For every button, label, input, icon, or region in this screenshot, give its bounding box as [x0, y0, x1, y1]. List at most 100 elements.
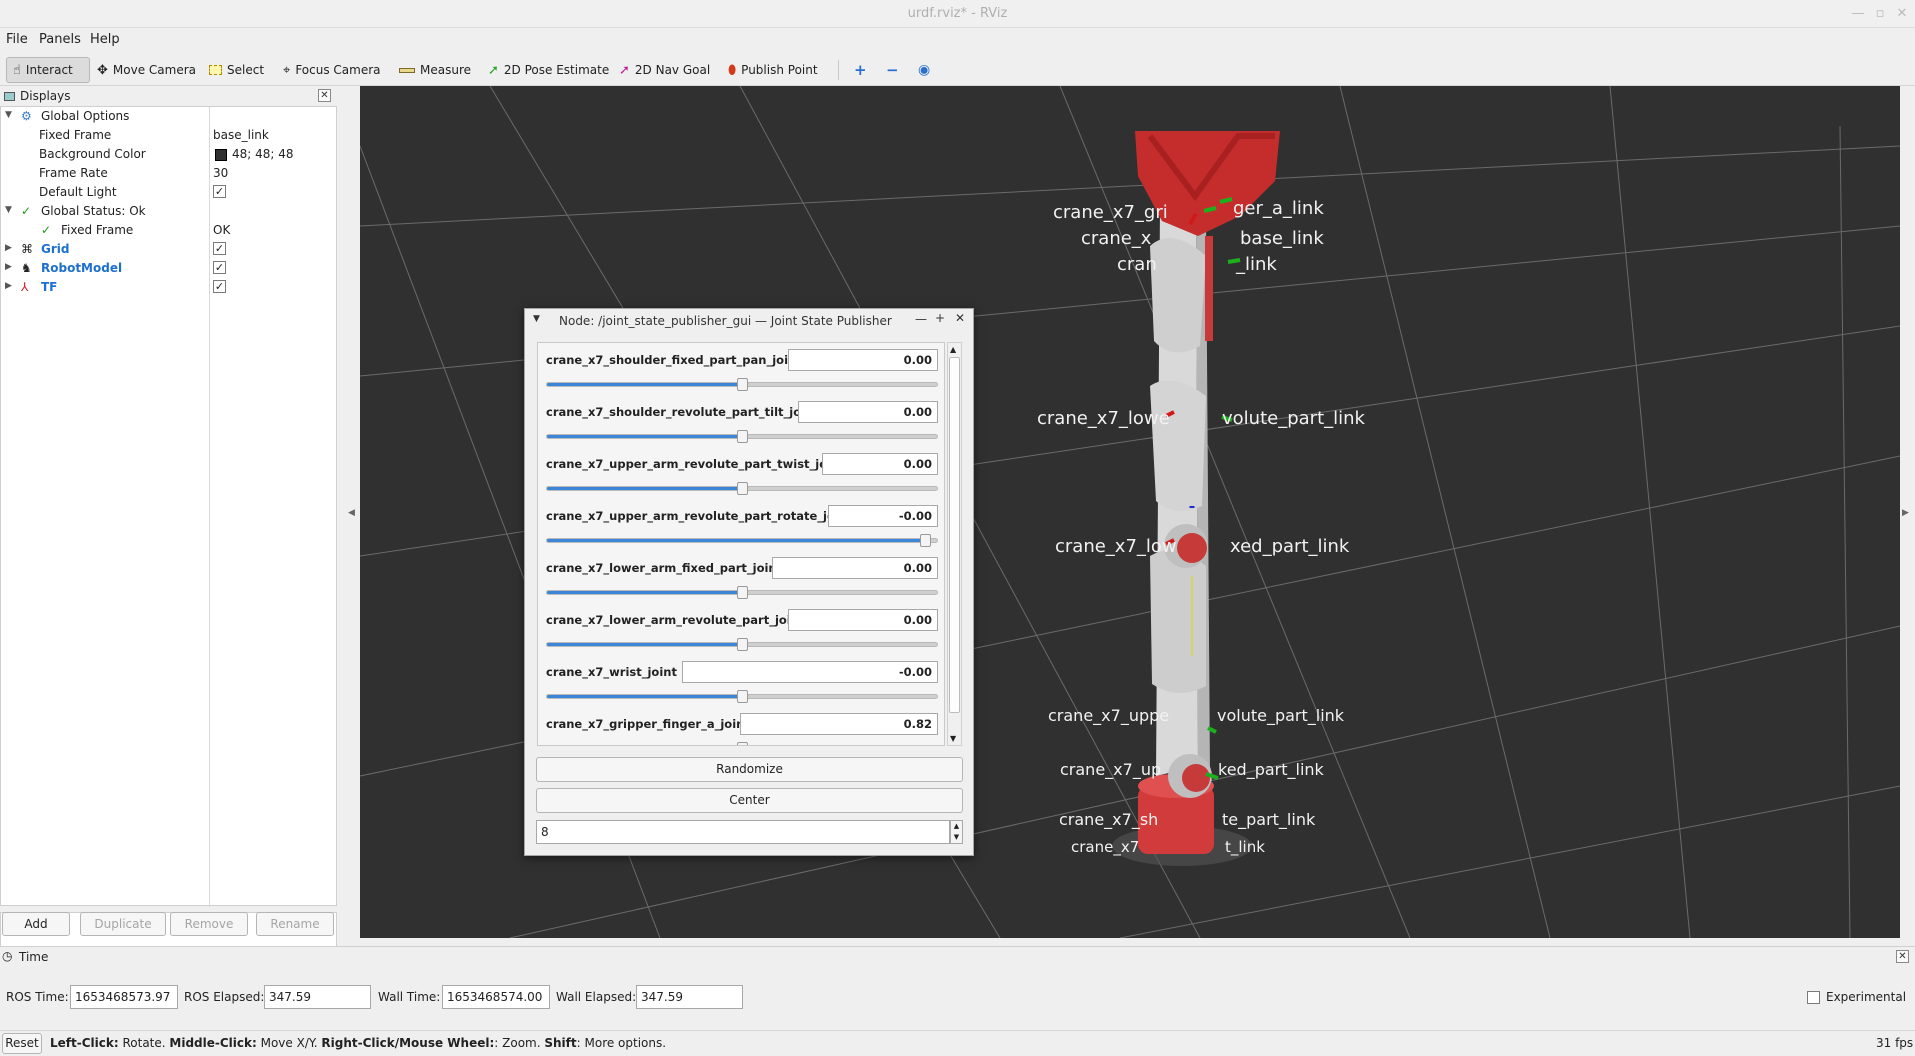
- tf-label: TF: [41, 280, 58, 294]
- tool-2d-nav-goal[interactable]: ➚ 2D Nav Goal: [613, 57, 716, 83]
- grid-checkbox[interactable]: ✓: [213, 242, 226, 255]
- joint-name-label: crane_x7_upper_arm_revolute_part_twist_j…: [546, 457, 845, 471]
- tool-publish-point[interactable]: ⬮ Publish Point: [722, 57, 824, 83]
- fixed-frame-value[interactable]: base_link: [213, 128, 269, 142]
- slider-handle[interactable]: [737, 378, 748, 391]
- joint-value-field[interactable]: 0.00: [798, 401, 938, 423]
- tree-row-tf[interactable]: ▶ ⅄ TF ✓: [1, 278, 336, 297]
- tool-select[interactable]: Select: [203, 57, 270, 83]
- center-button[interactable]: Center: [536, 788, 963, 813]
- splitter-handle-left[interactable]: ◀: [348, 508, 356, 518]
- expand-arrow-icon[interactable]: ▼: [5, 205, 12, 215]
- joint-list-scrollbar[interactable]: ▲ ▼: [947, 342, 962, 746]
- collapse-arrow-icon[interactable]: ▶: [5, 281, 12, 291]
- maximize-icon[interactable]: ▫: [1870, 4, 1890, 24]
- tool-move-camera[interactable]: ✥ Move Camera: [91, 57, 202, 83]
- add-button[interactable]: Add: [2, 912, 70, 936]
- wall-elapsed-label: Wall Elapsed:: [556, 990, 637, 1004]
- tool-2d-pose-estimate[interactable]: ➚ 2D Pose Estimate: [482, 57, 615, 83]
- robotmodel-checkbox[interactable]: ✓: [213, 261, 226, 274]
- joint-value-field[interactable]: -0.00: [682, 661, 938, 683]
- joint-value-field[interactable]: 0.82: [740, 713, 938, 735]
- reset-button[interactable]: Reset: [2, 1033, 42, 1054]
- menu-help[interactable]: Help: [90, 32, 120, 47]
- minimize-icon[interactable]: —: [915, 312, 927, 326]
- menu-arrow-icon[interactable]: ▼: [533, 314, 540, 324]
- menu-file[interactable]: File: [6, 32, 28, 47]
- joint-value-field[interactable]: -0.00: [828, 505, 938, 527]
- plus-icon[interactable]: +: [848, 57, 873, 83]
- wall-elapsed-field[interactable]: 347.59: [636, 985, 743, 1009]
- minimize-icon[interactable]: —: [1848, 4, 1868, 24]
- rename-button[interactable]: Rename: [256, 912, 334, 936]
- columns-spinbox[interactable]: 8: [536, 820, 950, 844]
- status-bar: Reset Left-Click: Rotate. Middle-Click: …: [0, 1030, 1915, 1056]
- joint-value-field[interactable]: 0.00: [822, 453, 938, 475]
- hint-text: Rotate.: [118, 1036, 170, 1050]
- joint-slider[interactable]: [546, 482, 938, 495]
- tree-row-frame-rate[interactable]: Frame Rate 30: [1, 164, 336, 183]
- joint-value-field[interactable]: 0.00: [772, 557, 938, 579]
- scroll-up-icon[interactable]: ▲: [950, 345, 956, 354]
- menu-panels[interactable]: Panels: [39, 32, 81, 47]
- color-swatch[interactable]: [215, 149, 227, 161]
- frame-rate-value[interactable]: 30: [213, 166, 228, 180]
- tree-row-robotmodel[interactable]: ▶ ♞ RobotModel ✓: [1, 259, 336, 278]
- slider-handle[interactable]: [737, 430, 748, 443]
- joint-slider[interactable]: [546, 430, 938, 443]
- ros-elapsed-field[interactable]: 347.59: [264, 985, 371, 1009]
- tree-row-background-color[interactable]: Background Color 48; 48; 48: [1, 145, 336, 164]
- slider-fill: [547, 591, 742, 594]
- tree-row-grid[interactable]: ▶ ⌘ Grid ✓: [1, 240, 336, 259]
- joint-slider[interactable]: [546, 690, 938, 703]
- tool-interact[interactable]: ☝ Interact: [6, 57, 90, 83]
- background-color-value[interactable]: 48; 48; 48: [232, 147, 294, 161]
- close-time-icon[interactable]: ✕: [1896, 950, 1909, 963]
- robot-icon: ♞: [21, 261, 32, 275]
- joint-slider[interactable]: [546, 378, 938, 391]
- collapse-arrow-icon[interactable]: ▶: [5, 262, 12, 272]
- joint-value-field[interactable]: 0.00: [788, 349, 938, 371]
- default-light-checkbox[interactable]: ✓: [213, 185, 226, 198]
- slider-handle[interactable]: [737, 586, 748, 599]
- scrollbar-thumb[interactable]: [949, 357, 960, 713]
- close-displays-icon[interactable]: ✕: [318, 89, 331, 102]
- hint-key: Right-Click/Mouse Wheel:: [321, 1036, 495, 1050]
- close-window-icon[interactable]: ✕: [1892, 4, 1912, 24]
- tree-row-status-fixed-frame[interactable]: ✓ Fixed Frame OK: [1, 221, 336, 240]
- wall-time-field[interactable]: 1653468574.00: [442, 985, 550, 1009]
- randomize-button[interactable]: Randomize: [536, 757, 963, 782]
- tool-focus-camera[interactable]: ⌖ Focus Camera: [277, 57, 387, 83]
- joint-slider[interactable]: [546, 638, 938, 651]
- tree-row-global-status[interactable]: ▼ ✓ Global Status: Ok: [1, 202, 336, 221]
- joint-slider[interactable]: [546, 586, 938, 599]
- tree-row-fixed-frame[interactable]: Fixed Frame base_link: [1, 126, 336, 145]
- tree-row-global-options[interactable]: ▼ ⚙ Global Options: [1, 107, 336, 126]
- close-icon[interactable]: ✕: [955, 311, 965, 325]
- collapse-arrow-icon[interactable]: ▶: [5, 243, 12, 253]
- joint-slider[interactable]: [546, 534, 938, 547]
- float-icon[interactable]: +: [935, 311, 945, 325]
- spinbox-arrows-icon[interactable]: ▲ ▼: [950, 820, 963, 844]
- scroll-down-icon[interactable]: ▼: [950, 734, 956, 743]
- slider-handle[interactable]: [737, 690, 748, 703]
- duplicate-button[interactable]: Duplicate: [80, 912, 166, 936]
- remove-button[interactable]: Remove: [170, 912, 248, 936]
- expand-arrow-icon[interactable]: ▼: [5, 110, 12, 120]
- tool-measure[interactable]: Measure: [393, 57, 477, 83]
- splitter-handle-right[interactable]: ▶: [1902, 508, 1910, 518]
- slider-handle[interactable]: [737, 482, 748, 495]
- eye-icon[interactable]: ◉: [912, 57, 936, 83]
- slider-handle[interactable]: [920, 534, 932, 547]
- joint-name-label: crane_x7_upper_arm_revolute_part_rotate_…: [546, 509, 853, 523]
- tree-row-default-light[interactable]: Default Light ✓: [1, 183, 336, 202]
- tf-checkbox[interactable]: ✓: [213, 280, 226, 293]
- slider-handle[interactable]: [737, 742, 748, 745]
- experimental-checkbox[interactable]: [1807, 991, 1820, 1004]
- joint-value-field[interactable]: 0.00: [788, 609, 938, 631]
- ros-time-field[interactable]: 1653468573.97: [70, 985, 178, 1009]
- minus-icon[interactable]: −: [880, 57, 905, 83]
- frame-rate-label: Frame Rate: [39, 166, 108, 180]
- slider-handle[interactable]: [737, 638, 748, 651]
- slider-fill: [547, 435, 742, 438]
